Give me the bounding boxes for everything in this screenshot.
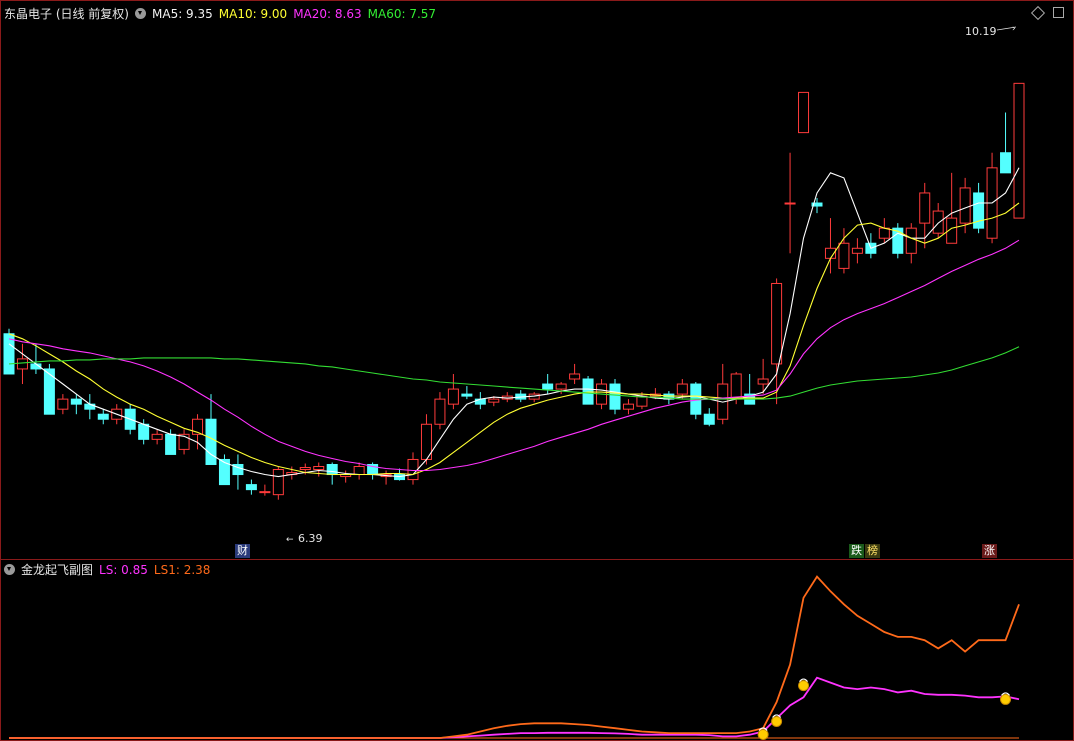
diamond-icon[interactable] bbox=[1030, 5, 1046, 20]
candle-body bbox=[138, 423, 150, 440]
candle-body bbox=[43, 368, 55, 415]
gold-marker-icon bbox=[1000, 693, 1012, 705]
ls1-value: LS1: 2.38 bbox=[153, 562, 211, 577]
candle-body bbox=[555, 383, 567, 390]
candle-body bbox=[622, 403, 634, 410]
gold-marker-icon bbox=[757, 728, 769, 740]
sub-header: 金龙起飞副图 LS: 0.85 LS1: 2.38 bbox=[4, 561, 210, 578]
candle-body bbox=[488, 398, 500, 403]
candle-body bbox=[299, 467, 311, 471]
candle-body bbox=[165, 433, 177, 455]
candle-body bbox=[1013, 82, 1025, 219]
ma20-value: MA20: 8.63 bbox=[293, 6, 362, 21]
ma60-value: MA60: 7.57 bbox=[367, 6, 437, 21]
candle-body bbox=[798, 91, 810, 134]
candle-body bbox=[757, 378, 769, 385]
gold-marker-icon bbox=[771, 715, 783, 727]
annotations: 10.19 › ← 6.39 bbox=[286, 24, 1017, 545]
low-price-label: 6.39 bbox=[298, 532, 323, 545]
event-tag-zhang[interactable]: 涨 bbox=[982, 544, 997, 558]
candle-body bbox=[259, 491, 271, 494]
candle-body bbox=[205, 418, 217, 465]
candle-body bbox=[1000, 152, 1012, 174]
candle-body bbox=[151, 433, 163, 440]
candle-body bbox=[730, 373, 742, 400]
candle-body bbox=[407, 458, 419, 481]
candle-body bbox=[84, 403, 96, 410]
candle-body bbox=[461, 393, 473, 397]
indicator-line-ls1 bbox=[9, 575, 1020, 739]
candle-body bbox=[838, 242, 850, 269]
candle-body bbox=[326, 463, 338, 476]
ls-value: LS: 0.85 bbox=[99, 562, 148, 577]
ma5-value: MA5: 9.35 bbox=[152, 6, 213, 21]
candle-body bbox=[97, 413, 109, 420]
ma10-value: MA10: 9.00 bbox=[218, 6, 288, 21]
chart-frame: 10.19 › ← 6.39 bbox=[0, 0, 1074, 741]
gold-marker-icon bbox=[798, 680, 810, 692]
high-price-label: 10.19 bbox=[965, 25, 997, 38]
arrow-icon: ← bbox=[286, 535, 294, 545]
indicator-panel[interactable] bbox=[9, 575, 1020, 740]
candle-body bbox=[542, 383, 554, 390]
dropdown-toggle-icon[interactable] bbox=[135, 8, 146, 19]
candle-body bbox=[447, 388, 459, 405]
stock-title[interactable]: 东晶电子 (日线 前复权) bbox=[4, 5, 129, 22]
dropdown-toggle-icon[interactable] bbox=[4, 564, 15, 575]
candle-body bbox=[973, 192, 985, 229]
candle-body bbox=[771, 282, 783, 365]
candle-body bbox=[784, 202, 796, 205]
price-panel[interactable] bbox=[3, 82, 1025, 500]
candle-body bbox=[919, 192, 931, 224]
maximize-icon[interactable] bbox=[1053, 7, 1064, 18]
candle-body bbox=[676, 383, 688, 395]
candle-body bbox=[932, 210, 944, 234]
candle-body bbox=[245, 484, 257, 491]
candle-body bbox=[272, 469, 284, 496]
event-tag-die[interactable]: 跌 bbox=[849, 544, 864, 558]
candle-body bbox=[851, 247, 863, 254]
candle-body bbox=[57, 398, 69, 410]
candle-body bbox=[959, 187, 971, 224]
event-tag-cai[interactable]: 财 bbox=[235, 544, 250, 558]
indicator-line-ls bbox=[9, 676, 1020, 739]
arrow-icon: › bbox=[1012, 24, 1016, 34]
candle-body bbox=[16, 358, 28, 370]
candle-body bbox=[609, 383, 621, 410]
candle-body bbox=[313, 466, 325, 471]
candle-body bbox=[569, 373, 581, 380]
candle-body bbox=[70, 398, 82, 405]
candle-body bbox=[353, 466, 365, 476]
candle-body bbox=[892, 227, 904, 254]
candle-body bbox=[434, 398, 446, 425]
main-header: 东晶电子 (日线 前复权) MA5: 9.35 MA10: 9.00 MA20:… bbox=[4, 5, 436, 22]
indicator-title[interactable]: 金龙起飞副图 bbox=[21, 561, 93, 578]
candle-body bbox=[905, 227, 917, 254]
event-tag-bang[interactable]: 榜 bbox=[865, 544, 880, 558]
candle-body bbox=[878, 227, 890, 239]
ma-line-ma5 bbox=[8, 167, 1020, 478]
panel-controls bbox=[1030, 5, 1064, 20]
candle-body bbox=[703, 413, 715, 425]
